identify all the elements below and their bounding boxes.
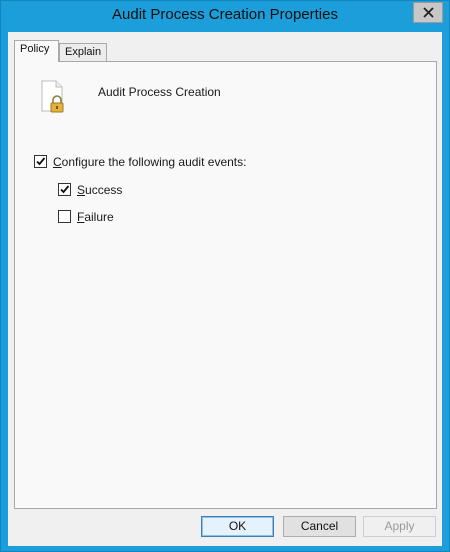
failure-checkbox[interactable]: [58, 210, 71, 223]
policy-name: Audit Process Creation: [98, 85, 221, 99]
check-icon: [36, 157, 46, 166]
title-bar[interactable]: Audit Process Creation Properties: [1, 1, 449, 33]
ok-button[interactable]: OK: [201, 516, 274, 537]
window-title: Audit Process Creation Properties: [112, 6, 338, 23]
tab-policy[interactable]: Policy: [14, 40, 59, 62]
success-label[interactable]: Success: [77, 183, 122, 197]
close-icon: [422, 7, 434, 18]
apply-button[interactable]: Apply: [363, 516, 436, 537]
configure-audit-checkbox[interactable]: [34, 155, 47, 168]
close-button[interactable]: [413, 2, 443, 23]
check-icon: [60, 185, 70, 194]
failure-label[interactable]: Failure: [77, 210, 114, 224]
cancel-button[interactable]: Cancel: [283, 516, 356, 537]
policy-document-lock-icon: [38, 79, 68, 118]
configure-audit-label[interactable]: Configure the following audit events:: [53, 155, 246, 169]
dialog-window: Audit Process Creation Properties Policy…: [0, 0, 450, 552]
policy-tab-panel: Audit Process Creation Configure the fol…: [14, 61, 437, 509]
success-checkbox[interactable]: [58, 183, 71, 196]
tab-explain[interactable]: Explain: [59, 43, 107, 61]
dialog-client-area: Policy Explain Audit Process Creation Co…: [8, 32, 442, 546]
